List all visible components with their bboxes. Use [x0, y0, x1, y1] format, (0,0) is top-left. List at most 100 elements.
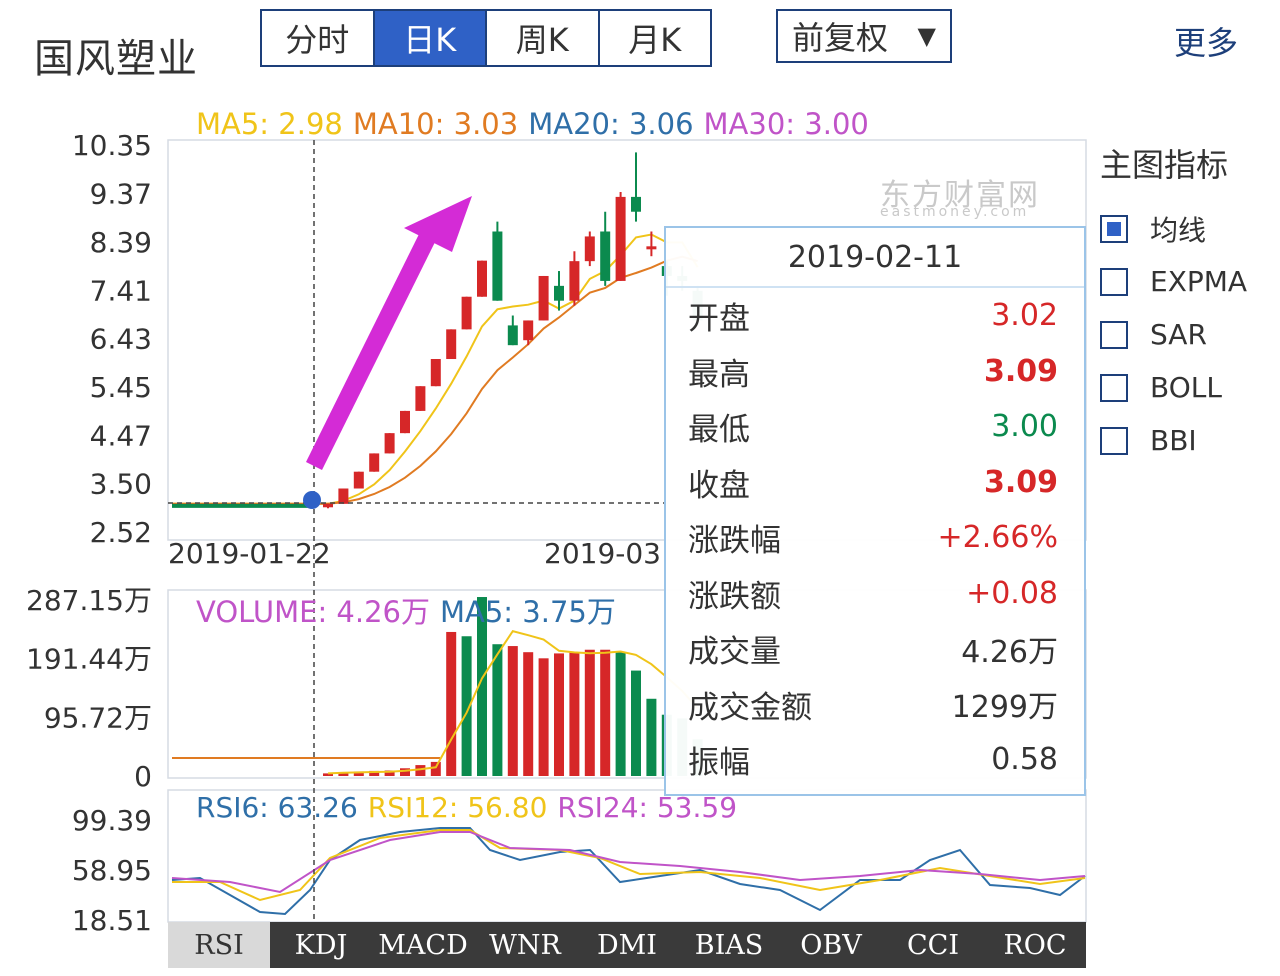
rsi-y-tick: 18.51 [72, 904, 152, 937]
indicator-sar[interactable]: SAR [1100, 308, 1275, 361]
volume-bar [523, 652, 534, 776]
candle-body [615, 196, 626, 281]
tooltip-label: 成交量 [688, 634, 781, 671]
candle-body [369, 453, 380, 472]
tooltip-row: 成交金额 1299万 [666, 677, 1084, 733]
price-y-tick: 9.37 [90, 177, 152, 210]
rsi-legend-text-item: RSI6: 63.26 [196, 791, 358, 824]
price-y-tick: 5.45 [90, 371, 152, 404]
x-tick-label: 2019-01-22 [168, 537, 331, 570]
crosshair-point [303, 491, 321, 509]
tab-cci[interactable]: CCI [882, 922, 984, 968]
tooltip-value: 3.09 [983, 464, 1058, 500]
more-link[interactable]: 更多 [1174, 18, 1238, 64]
tab-kdj[interactable]: KDJ [270, 922, 372, 968]
indicator-expma[interactable]: EXPMA [1100, 255, 1275, 308]
rsi-legend-text-item: RSI12: 56.80 [368, 791, 548, 824]
volume-y-axis: 287.15万 191.44万 95.72万 0 [26, 584, 152, 793]
candle-body [523, 320, 534, 341]
tooltip-value: 1299万 [951, 690, 1058, 726]
checkbox-icon[interactable] [1100, 426, 1128, 455]
tab-monthly-k[interactable]: 月K [600, 11, 711, 65]
tooltip-value: 4.26万 [961, 634, 1058, 670]
ma-legend-text-item: MA30: 3.00 [704, 107, 869, 141]
checkbox-icon[interactable] [1100, 373, 1128, 402]
tab-macd[interactable]: MACD [372, 922, 474, 968]
ma-legend-text-item: MA5: 2.98 [196, 107, 343, 141]
volume-legend-text-item: VOLUME: 4.26万 [196, 595, 430, 629]
tab-weekly-k[interactable]: 周K [487, 11, 600, 65]
volume-legend-text: VOLUME: 4.26万 MA5: 3.75万 [196, 595, 616, 629]
tab-rsi[interactable]: RSI [168, 922, 270, 968]
stock-chart[interactable]: 10.35 9.37 8.39 7.41 6.43 5.45 4.47 3.50 2.52 28… [0, 0, 1280, 976]
candle-body [584, 236, 595, 262]
tooltip-row: 振幅 0.58 [666, 732, 1084, 788]
candle-body [384, 433, 395, 454]
checkbox-icon[interactable] [1100, 267, 1128, 296]
candle-body [461, 296, 472, 330]
price-y-tick: 2.52 [90, 516, 152, 549]
data-tooltip: 2019-02-11 开盘 3.02 最高 3.09 最低 3.00 收盘 3.09 涨跌幅 +2… [664, 226, 1086, 796]
chevron-down-icon: ▼ [917, 22, 936, 50]
tooltip-label: 最低 [688, 412, 750, 449]
ma-legend-text: MA5: 2.98 MA10: 3.03 MA20: 3.06 MA30: 3.00 [196, 107, 869, 141]
volume-bar [507, 646, 518, 776]
candle-body [569, 261, 580, 301]
stock-name: 国风塑业 [34, 36, 198, 82]
volume-legend-text-item: MA5: 3.75万 [440, 595, 616, 629]
rsi-line [171, 831, 1086, 894]
tab-daily-k[interactable]: 日K [374, 11, 487, 65]
tooltip-label: 涨跌额 [688, 578, 781, 615]
tooltip-value: +0.08 [966, 575, 1058, 611]
price-y-tick: 7.41 [90, 274, 152, 307]
tab-roc[interactable]: ROC [984, 922, 1086, 968]
tab-dmi[interactable]: DMI [576, 922, 678, 968]
volume-bar [646, 698, 657, 776]
candle-body [400, 410, 410, 434]
candle-body [507, 325, 518, 346]
candle-body [430, 359, 441, 387]
candle-body [492, 231, 503, 301]
tooltip-label: 成交金额 [688, 689, 812, 726]
volume-y-tick: 191.44万 [26, 643, 152, 676]
checkbox-icon[interactable] [1100, 320, 1128, 349]
tab-wnr[interactable]: WNR [474, 922, 576, 968]
candle-body [554, 285, 564, 301]
tooltip-row: 成交量 4.26万 [666, 621, 1084, 677]
tooltip-value: 3.00 [991, 409, 1058, 445]
indicator-bbi[interactable]: BBI [1100, 414, 1275, 467]
adjust-dropdown-label: 前复权 [792, 19, 889, 57]
price-y-tick: 8.39 [90, 226, 152, 259]
volume-bar [631, 670, 641, 776]
rsi-lines [171, 827, 1086, 916]
watermark-domain: eastmoney.com [880, 204, 1030, 220]
indicator-boll[interactable]: BOLL [1100, 361, 1275, 414]
ma-legend-text-item: MA10: 3.03 [353, 107, 518, 141]
volume-legend: VOLUME: 4.26万 MA5: 3.75万 [196, 595, 616, 629]
tooltip-label: 收盘 [688, 467, 750, 504]
candle-body [338, 488, 349, 504]
volume-y-tick: 0 [134, 760, 152, 793]
tooltip-row: 开盘 3.02 [666, 288, 1084, 344]
price-y-tick: 10.35 [72, 129, 152, 162]
checkbox-icon[interactable] [1100, 214, 1128, 243]
indicator-ma[interactable]: 均线 [1100, 202, 1275, 255]
adjust-dropdown[interactable]: 前复权 ▼ [776, 9, 952, 63]
tooltip-row: 收盘 3.09 [666, 455, 1084, 511]
candle-body [323, 503, 333, 508]
tooltip-row: 最高 3.09 [666, 344, 1084, 400]
tooltip-label: 涨跌幅 [688, 523, 781, 560]
tooltip-value: 3.02 [991, 298, 1058, 334]
tab-bias[interactable]: BIAS [678, 922, 780, 968]
tooltip-value: +2.66% [937, 520, 1058, 556]
volume-y-tick: 95.72万 [44, 701, 152, 734]
volume-bar [430, 761, 441, 776]
indicator-panel-title: 主图指标 [1100, 146, 1229, 184]
candle-body [446, 329, 457, 360]
rsi-y-tick: 58.95 [72, 854, 152, 887]
indicator-label: SAR [1150, 318, 1207, 351]
tab-timeshare[interactable]: 分时 [262, 11, 375, 65]
candlesticks [172, 152, 703, 509]
indicator-label: 均线 [1150, 213, 1207, 247]
tab-obv[interactable]: OBV [780, 922, 882, 968]
